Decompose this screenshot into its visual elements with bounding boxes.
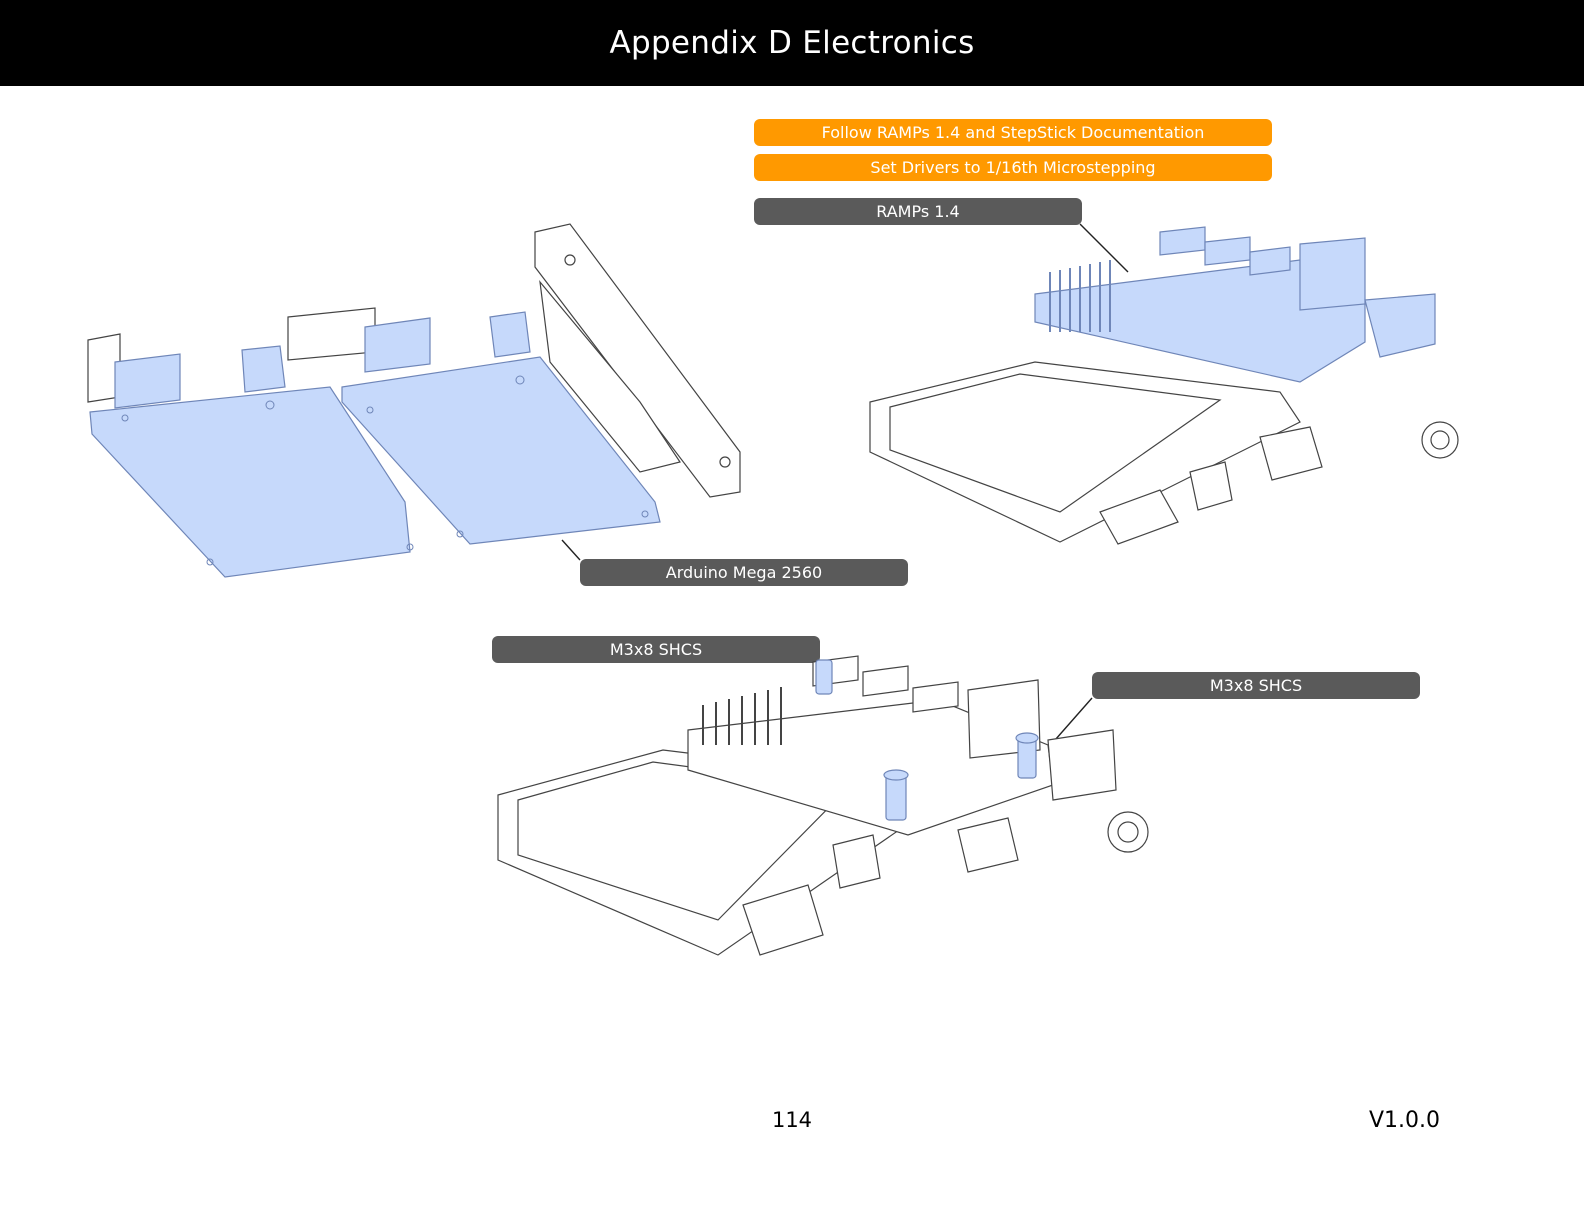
- stepstick-driver: [862, 665, 909, 697]
- usb-port-left: [114, 353, 181, 409]
- ramps-exploded-figure: [869, 226, 1459, 545]
- ramps-heatsink-plate: [1299, 237, 1366, 311]
- ramps-terminal-block: [1364, 293, 1436, 358]
- page-number: 114: [771, 1108, 813, 1132]
- version-label: V1.0.0: [1368, 1108, 1440, 1133]
- arduino-mount-figure: [87, 223, 741, 578]
- stepstick-driver: [1249, 246, 1291, 276]
- m3x8-screw-left: [815, 659, 833, 695]
- usb-port-second: [957, 817, 1019, 873]
- usb-port-right: [364, 317, 431, 373]
- m3x8-screw-middle-head: [883, 769, 909, 781]
- power-jack: [832, 834, 881, 889]
- mount-ring-hole: [1430, 430, 1450, 450]
- stepstick-driver: [1204, 236, 1251, 266]
- assembled-figure: [497, 655, 1149, 956]
- leader-lines: [561, 223, 1129, 749]
- mount-block-middle: [287, 307, 376, 361]
- power-jack-right: [489, 311, 531, 358]
- mount-ring-hole: [1117, 821, 1139, 843]
- m3x8-screw-right: [1017, 737, 1037, 779]
- bracket-hole-top: [564, 254, 576, 266]
- m3x8-screw-right-head: [1015, 732, 1039, 744]
- stepstick-driver: [912, 681, 959, 713]
- bracket-hole-bottom: [719, 456, 731, 468]
- usb-port-second: [1259, 426, 1323, 481]
- stepstick-driver: [1159, 226, 1206, 256]
- ramps-terminal-block: [1047, 729, 1117, 801]
- m3x8-screw-middle: [885, 774, 907, 821]
- power-jack-left: [241, 345, 286, 393]
